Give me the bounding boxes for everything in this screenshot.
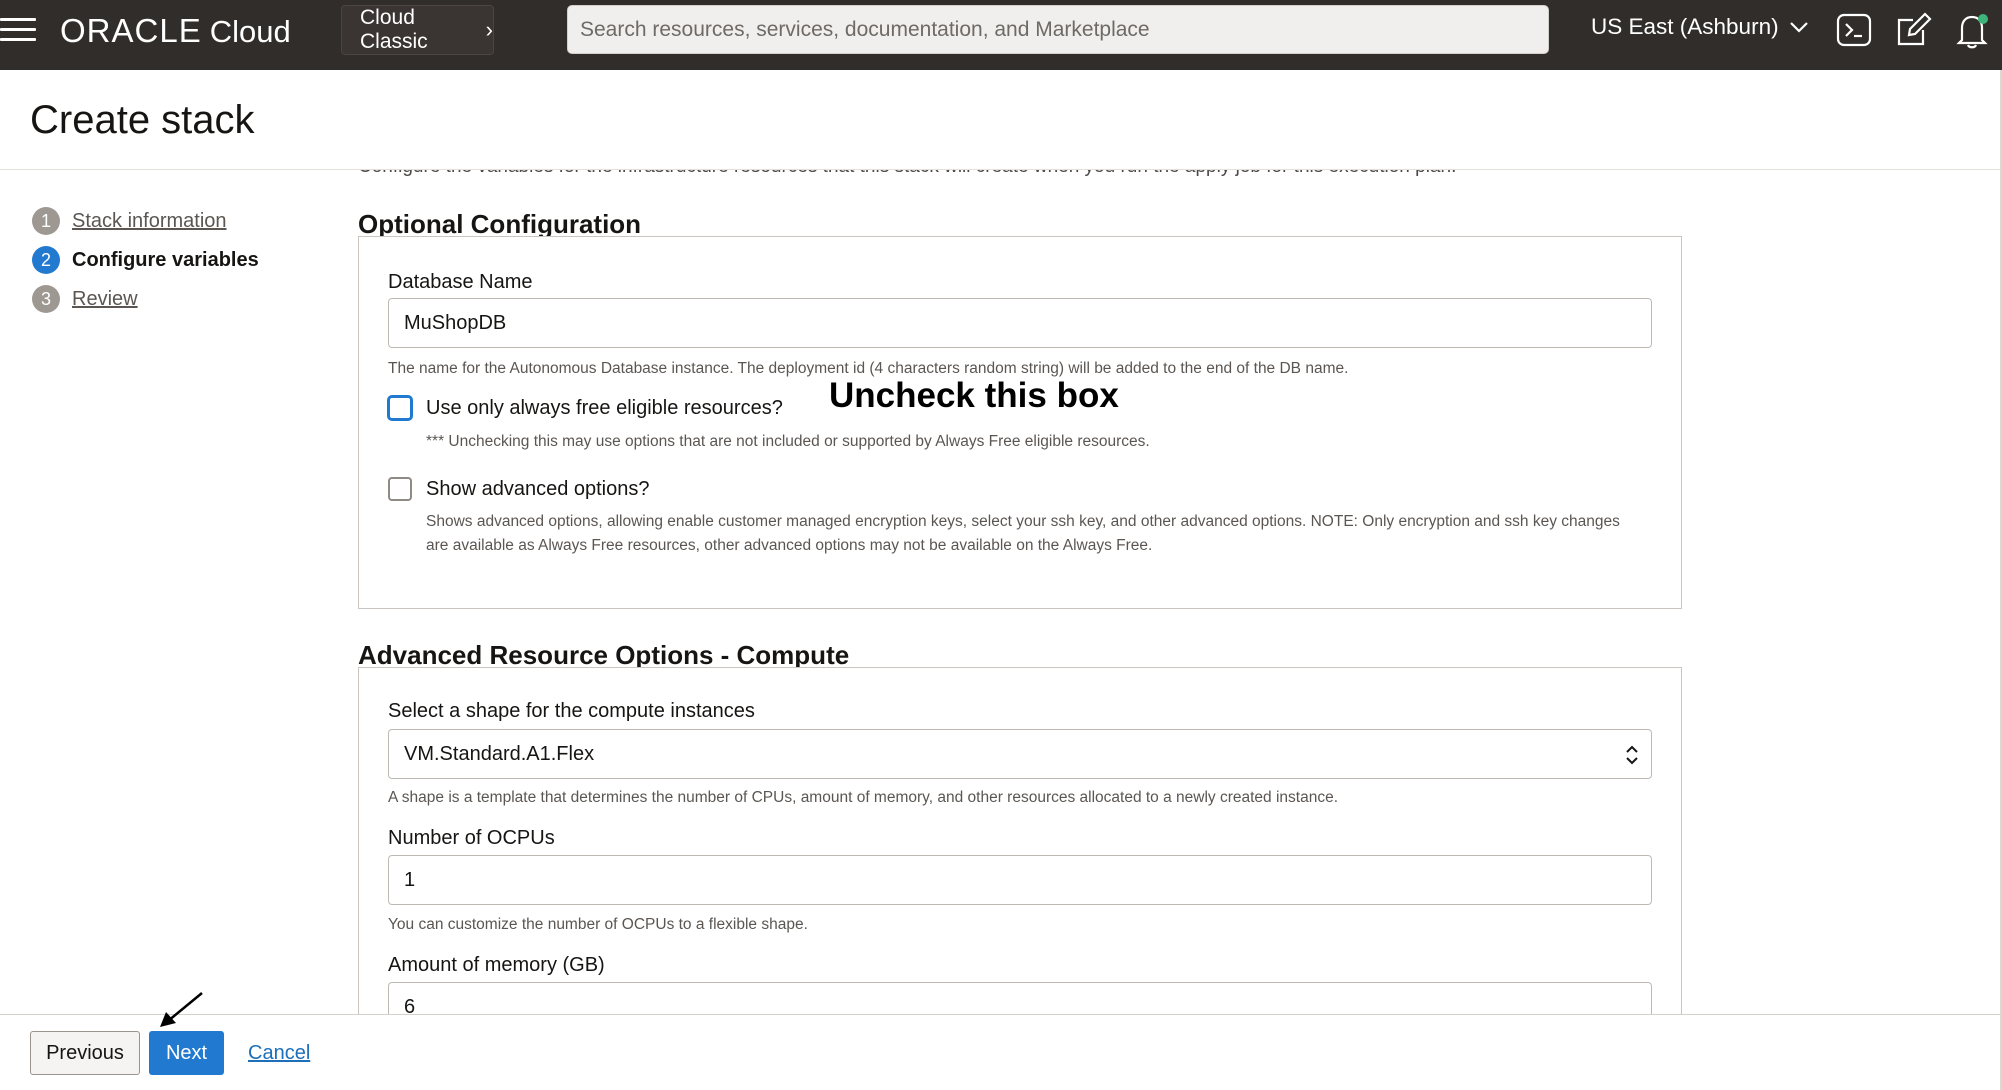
hamburger-menu-icon[interactable] [0, 16, 38, 44]
cloud-classic-label: Cloud Classic [360, 6, 428, 53]
region-selector[interactable]: US East (Ashburn) [1591, 14, 1809, 40]
region-label: US East (Ashburn) [1591, 14, 1779, 39]
shape-select[interactable]: VM.Standard.A1.Flex [388, 729, 1652, 779]
cloud-shell-icon[interactable] [1834, 10, 1874, 50]
step-label[interactable]: Stack information [72, 210, 227, 233]
step-number: 1 [32, 207, 60, 235]
pointer-arrow-icon [160, 992, 203, 1027]
step-configure-variables: 2 Configure variables [32, 241, 259, 279]
shape-selected-value: VM.Standard.A1.Flex [404, 743, 595, 765]
notification-bell-icon[interactable] [1952, 10, 1992, 50]
chevron-right-icon: › [485, 17, 493, 42]
ocpu-input[interactable] [388, 855, 1652, 905]
always-free-checkbox[interactable] [388, 396, 412, 420]
advanced-options-help: Shows advanced options, allowing enable … [426, 513, 1620, 554]
advanced-options-label[interactable]: Show advanced options? [426, 478, 650, 501]
step-number: 2 [32, 246, 60, 274]
database-name-input[interactable] [388, 298, 1652, 348]
shape-label: Select a shape for the compute instances [388, 700, 755, 722]
page-header: Create stack [0, 70, 2002, 170]
database-name-label: Database Name [388, 271, 533, 293]
edit-icon[interactable] [1893, 10, 1933, 50]
chevron-down-icon [1789, 22, 1808, 33]
advanced-options-checkbox[interactable] [388, 477, 412, 501]
step-number: 3 [32, 285, 60, 313]
always-free-label[interactable]: Use only always free eligible resources? [426, 397, 783, 420]
step-stack-information[interactable]: 1 Stack information [32, 202, 259, 240]
memory-label: Amount of memory (GB) [388, 954, 605, 976]
always-free-help: *** Unchecking this may use options that… [426, 433, 1150, 450]
annotation-uncheck-box: Uncheck this box [829, 376, 1119, 415]
previous-button[interactable]: Previous [30, 1031, 140, 1075]
step-label: Configure variables [72, 248, 259, 271]
step-review[interactable]: 3 Review [32, 280, 259, 318]
select-arrows-icon [1626, 745, 1638, 765]
optional-configuration-panel: Database Name The name for the Autonomou… [358, 236, 1682, 609]
step-label[interactable]: Review [72, 288, 138, 311]
ocpu-label: Number of OCPUs [388, 827, 555, 849]
cloud-classic-button[interactable]: Cloud Classic › [341, 5, 494, 55]
ocpu-help: You can customize the number of OCPUs to… [388, 916, 808, 933]
logo-cloud-text: Cloud [209, 14, 291, 49]
page-title: Create stack [30, 98, 255, 142]
global-search-input[interactable] [567, 5, 1549, 54]
wizard-steps: 1 Stack information 2 Configure variable… [32, 202, 259, 319]
top-navigation-bar: ORACLE Cloud Cloud Classic › US East (As… [0, 0, 2002, 70]
footer-action-bar: Previous Next Cancel [0, 1014, 2002, 1090]
next-button[interactable]: Next [149, 1031, 224, 1075]
shape-help: A shape is a template that determines th… [388, 789, 1339, 806]
logo-oracle-text: ORACLE [60, 12, 202, 49]
cancel-link[interactable]: Cancel [248, 1042, 310, 1065]
oracle-cloud-logo[interactable]: ORACLE Cloud [60, 12, 291, 50]
